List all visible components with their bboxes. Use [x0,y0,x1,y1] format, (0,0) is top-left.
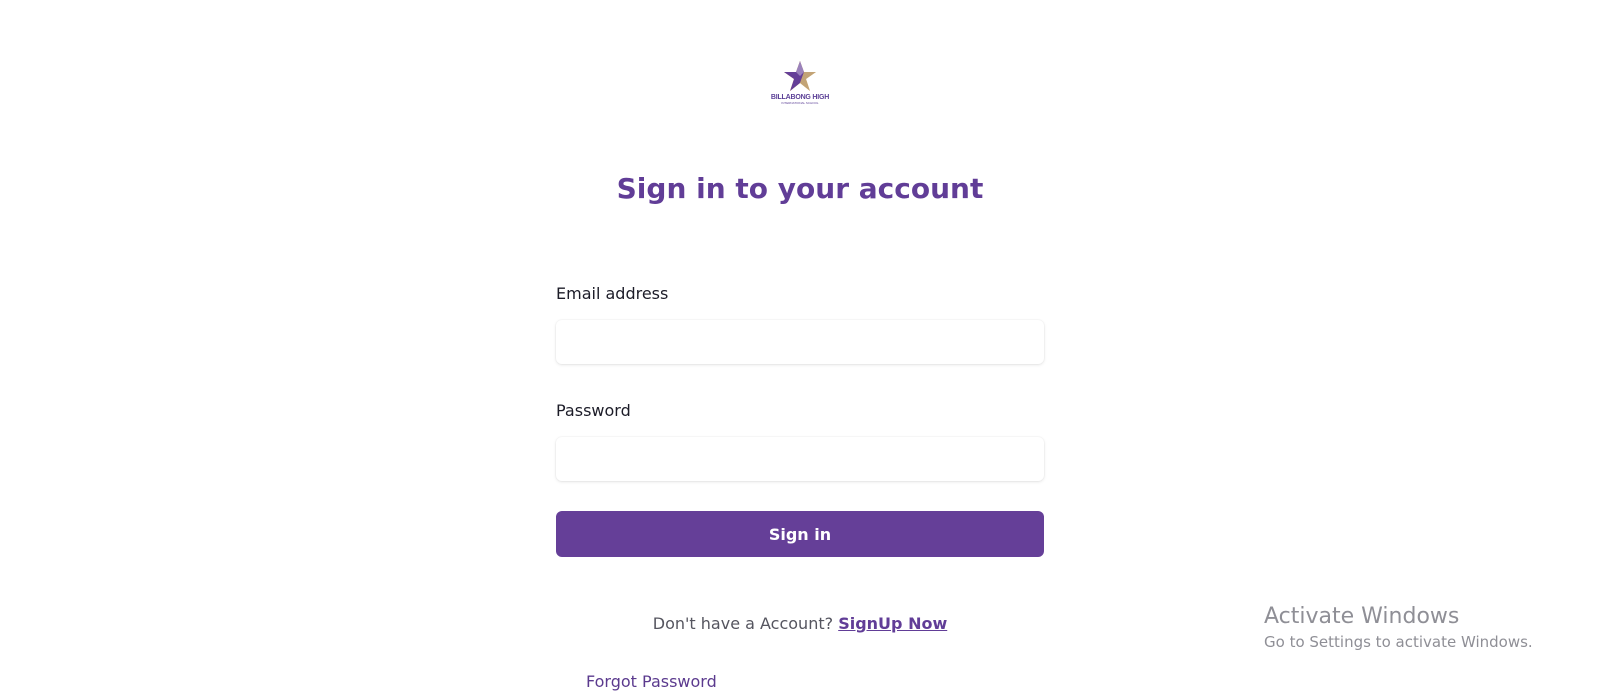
signup-prompt-text: Don't have a Account? [652,614,834,633]
forgot-password-link[interactable]: Forgot Password [586,672,717,691]
signup-now-link[interactable]: SignUp Now [838,614,947,633]
sign-in-page: BILLABONG HIGH INTERNATIONAL SCHOOL Sign… [0,0,1600,694]
page-title: Sign in to your account [616,172,984,205]
email-field[interactable] [556,320,1044,364]
password-field[interactable] [556,437,1044,481]
sign-in-button[interactable]: Sign in [556,511,1044,557]
activate-windows-subtitle: Go to Settings to activate Windows. [1264,633,1533,651]
activate-windows-title: Activate Windows [1264,604,1460,629]
windows-activation-watermark: Activate Windows Go to Settings to activ… [1264,604,1533,651]
email-label: Email address [556,284,669,303]
school-logo: BILLABONG HIGH INTERNATIONAL SCHOOL [770,60,830,112]
password-label: Password [556,401,631,420]
logo-tagline: INTERNATIONAL SCHOOL [781,101,819,105]
logo-name: BILLABONG HIGH [770,94,830,101]
star-logo-icon [784,61,816,91]
